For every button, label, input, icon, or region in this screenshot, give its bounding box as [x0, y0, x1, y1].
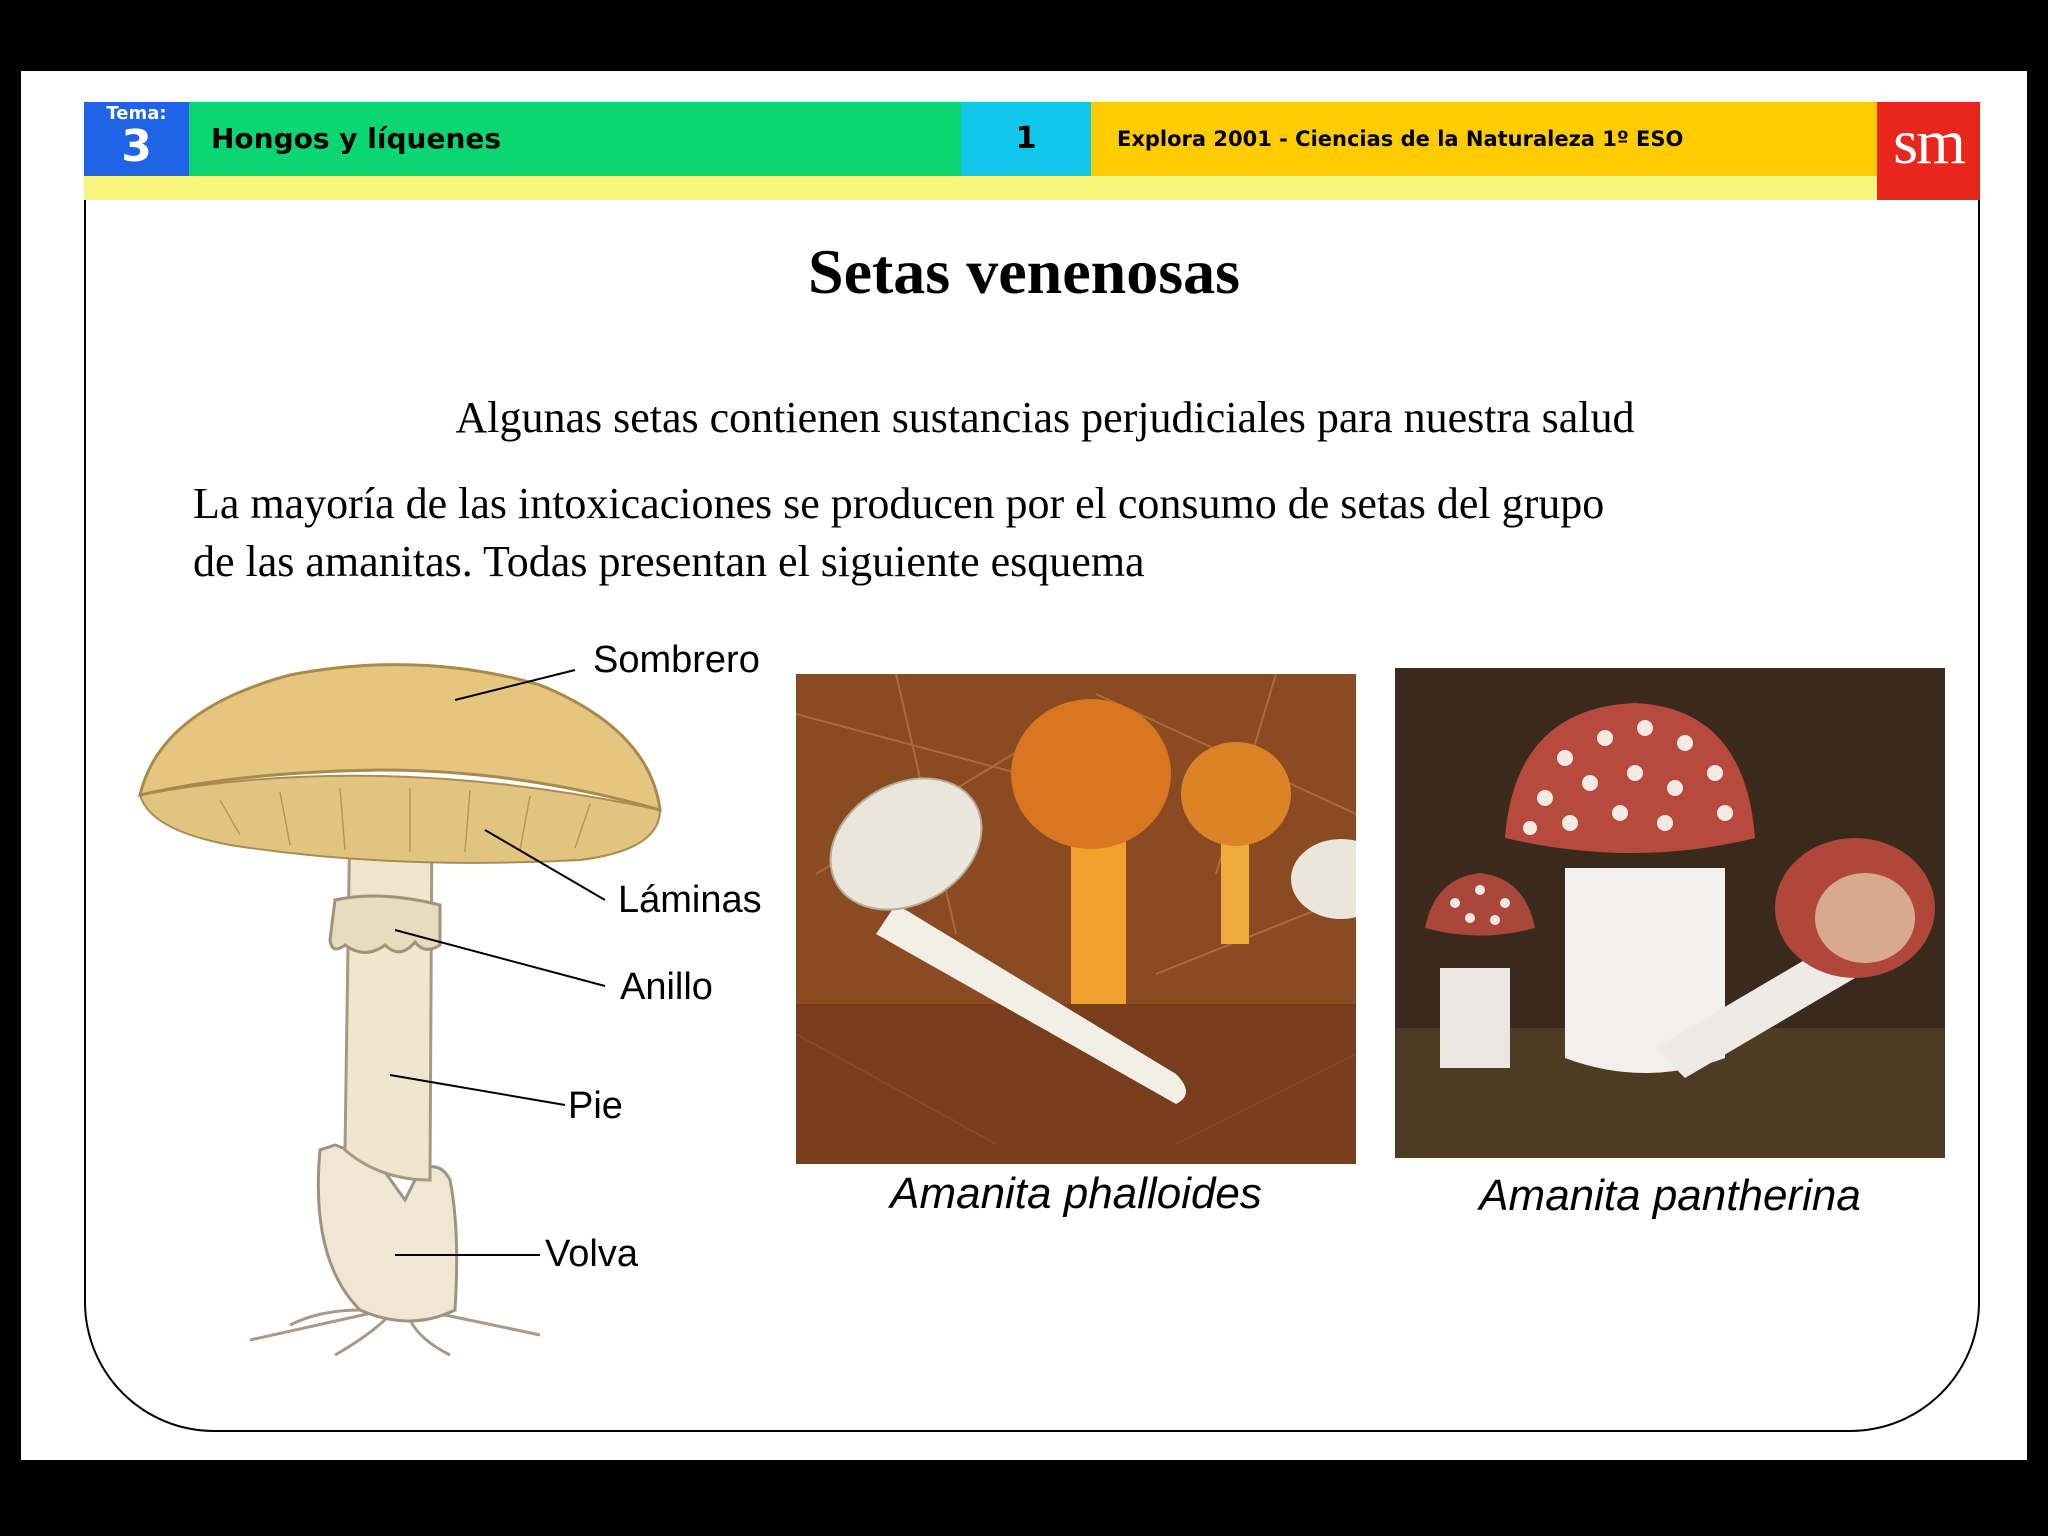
- mushroom-photo-icon: [1395, 668, 1945, 1158]
- label-volva: Volva: [545, 1233, 638, 1275]
- book-title: Explora 2001 - Ciencias de la Naturaleza…: [1091, 102, 1877, 176]
- caption-amanita-pantherina: Amanita pantherina: [1479, 1171, 1861, 1220]
- photo-amanita-phalloides: [796, 674, 1356, 1164]
- body-line-1: La mayoría de las intoxicaciones se prod…: [193, 479, 1605, 528]
- tema-number: 3: [121, 121, 152, 172]
- page-title: Setas venenosas: [807, 236, 1241, 307]
- topic-title: Hongos y líquenes: [189, 102, 961, 176]
- label-pie: Pie: [568, 1085, 623, 1127]
- tema-badge: Tema: 3: [84, 102, 189, 176]
- subtitle: Algunas setas contienen sustancias perju…: [455, 393, 1635, 442]
- photo-amanita-pantherina: [1395, 668, 1945, 1158]
- mushroom-photo-icon: [796, 674, 1356, 1164]
- publisher-logo: sm: [1877, 102, 1980, 200]
- label-laminas: Láminas: [618, 879, 762, 921]
- body-text: La mayoría de las intoxicaciones se prod…: [193, 475, 1913, 591]
- label-sombrero: Sombrero: [593, 639, 760, 681]
- label-anillo: Anillo: [620, 966, 713, 1008]
- body-line-2: de las amanitas. Todas presentan el sigu…: [193, 537, 1145, 586]
- caption-amanita-phalloides: Amanita phalloides: [890, 1169, 1262, 1218]
- header-strip: [84, 176, 1877, 200]
- page-number: 1: [961, 102, 1091, 176]
- amanita-diagram: Sombrero Láminas Anillo Pie Volva: [120, 620, 800, 1360]
